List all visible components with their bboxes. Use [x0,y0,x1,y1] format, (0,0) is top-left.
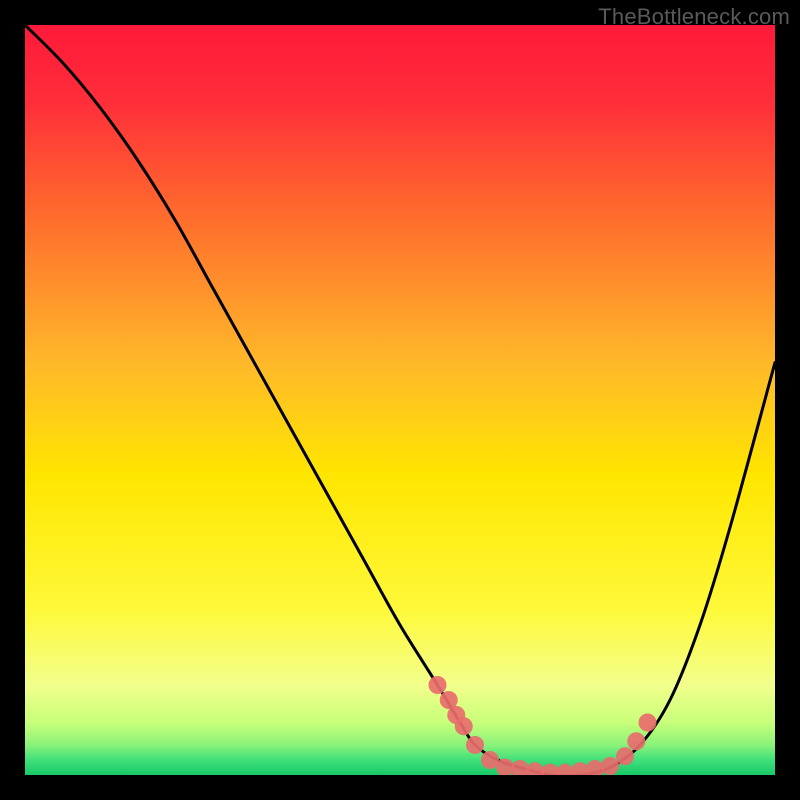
chart-frame: TheBottleneck.com [0,0,800,800]
plot-area [25,25,775,775]
gradient-background [25,25,775,775]
